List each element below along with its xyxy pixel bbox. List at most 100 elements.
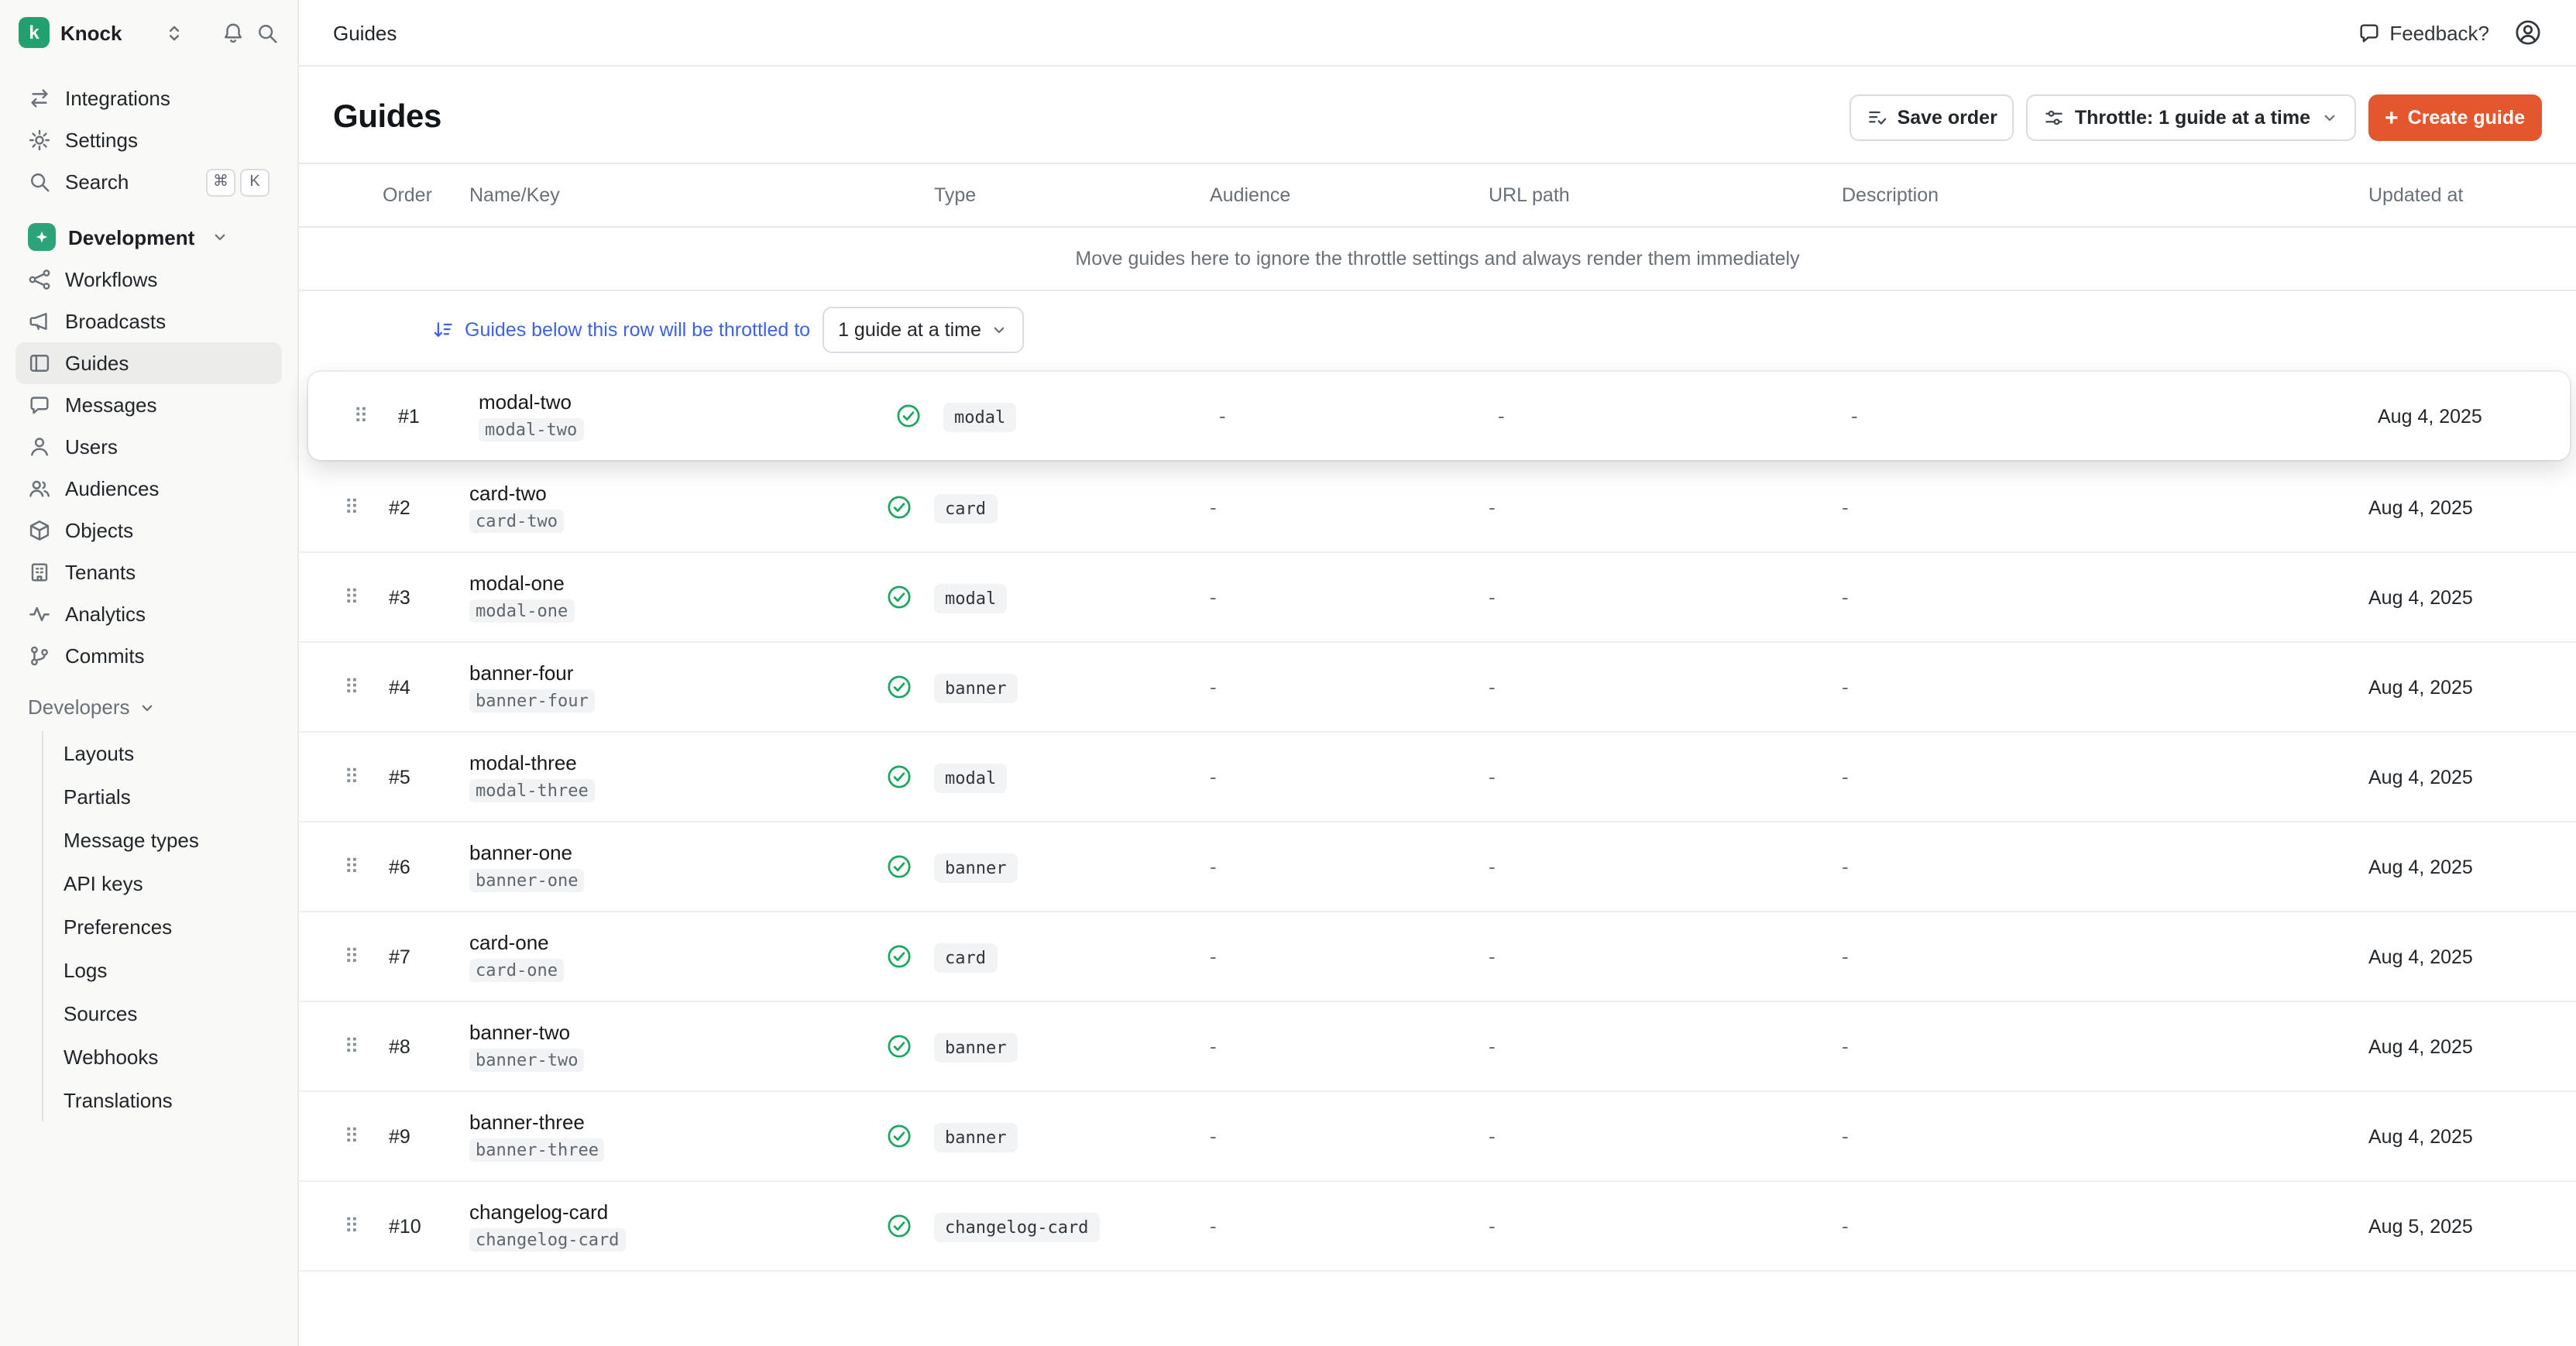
sidebar-sub-item-label: Message types (64, 828, 199, 851)
description-cell: - (1851, 404, 2378, 427)
sidebar-item-workflows[interactable]: Workflows (15, 259, 282, 300)
type-badge: banner (934, 1032, 1018, 1062)
row-order: #1 (392, 405, 479, 427)
status-check-icon (863, 1213, 934, 1239)
sidebar-sub-item[interactable]: Sources (43, 991, 282, 1035)
sidebar-sub-item[interactable]: Translations (43, 1078, 282, 1121)
column-header-order: Order (383, 184, 469, 206)
row-order: #4 (383, 676, 469, 698)
type-badge: banner (934, 673, 1018, 702)
updated-at-cell: Aug 4, 2025 (2378, 405, 2536, 427)
sidebar-item-search[interactable]: Search ⌘ K (15, 161, 282, 203)
developers-section-toggle[interactable]: Developers (15, 686, 282, 728)
status-check-icon (863, 943, 934, 970)
sidebar-item-broadcasts[interactable]: Broadcasts (15, 300, 282, 342)
sidebar-item-messages[interactable]: Messages (15, 384, 282, 426)
throttle-divider-link[interactable]: Guides below this row will be throttled … (432, 319, 810, 341)
sidebar-item-label: Tenants (65, 561, 136, 584)
audience-cell: - (1219, 404, 1498, 427)
list-check-icon (1867, 107, 1888, 129)
search-icon[interactable] (256, 21, 279, 44)
updated-at-cell: Aug 4, 2025 (2368, 1125, 2542, 1147)
updated-at-cell: Aug 4, 2025 (2368, 856, 2542, 877)
drag-handle[interactable]: ⠿ (330, 403, 392, 428)
developers-label: Developers (28, 695, 130, 719)
sidebar-item-commits[interactable]: Commits (15, 635, 282, 677)
drag-handle[interactable]: ⠿ (321, 495, 383, 520)
table-row[interactable]: ⠿ #4 banner-four banner-four banner - - … (299, 643, 2576, 733)
integrations-icon (28, 87, 51, 110)
drag-handle[interactable]: ⠿ (321, 854, 383, 879)
throttle-dropdown-button[interactable]: Throttle: 1 guide at a time (2027, 94, 2355, 141)
sidebar-item-guides[interactable]: Guides (15, 342, 282, 384)
sidebar-sub-item[interactable]: Preferences (43, 905, 282, 948)
url-path-cell: - (1489, 1214, 1842, 1238)
sidebar-item-label: Workflows (65, 268, 157, 291)
workspace-expand-icon[interactable] (163, 22, 184, 43)
table-row[interactable]: ⠿ #9 banner-three banner-three banner - … (299, 1092, 2576, 1182)
audience-cell: - (1210, 1214, 1489, 1238)
drag-handle-icon: ⠿ (344, 585, 359, 609)
drag-handle[interactable]: ⠿ (321, 1214, 383, 1238)
guide-key: card-two (469, 510, 564, 533)
throttle-ignore-dropzone[interactable]: Move guides here to ignore the throttle … (299, 228, 2576, 291)
table-row[interactable]: ⠿ #8 banner-two banner-two banner - - - … (299, 1002, 2576, 1092)
drag-handle[interactable]: ⠿ (321, 764, 383, 789)
notifications-bell-icon[interactable] (222, 21, 245, 44)
column-header-url-path: URL path (1489, 184, 1842, 206)
sidebar-sub-item[interactable]: Layouts (43, 731, 282, 774)
table-row[interactable]: ⠿ #1 modal-two modal-two modal - - - Aug… (308, 372, 2570, 460)
guide-key: banner-four (469, 689, 595, 712)
table-row[interactable]: ⠿ #5 modal-three modal-three modal - - -… (299, 733, 2576, 822)
save-order-button[interactable]: Save order (1850, 94, 2014, 141)
sidebar-item-label: Broadcasts (65, 310, 166, 333)
row-order: #9 (383, 1125, 469, 1147)
drag-handle[interactable]: ⠿ (321, 675, 383, 699)
updated-at-cell: Aug 4, 2025 (2368, 766, 2542, 788)
sort-descending-icon (432, 319, 454, 341)
sidebar-item-audiences[interactable]: Audiences (15, 468, 282, 510)
column-header-audience: Audience (1210, 184, 1489, 206)
guide-name: modal-three (469, 751, 863, 774)
sidebar-item-tenants[interactable]: Tenants (15, 551, 282, 593)
table-row[interactable]: ⠿ #7 card-one card-one card - - - Aug 4,… (299, 912, 2576, 1002)
sidebar-sub-item[interactable]: Message types (43, 818, 282, 861)
table-row[interactable]: ⠿ #3 modal-one modal-one modal - - - Aug… (299, 553, 2576, 643)
drag-handle[interactable]: ⠿ (321, 944, 383, 969)
workspace-switcher[interactable]: k Knock (0, 0, 297, 65)
table-row[interactable]: ⠿ #10 changelog-card changelog-card chan… (299, 1182, 2576, 1272)
create-guide-button[interactable]: + Create guide (2368, 94, 2542, 141)
sidebar-item-integrations[interactable]: Integrations (15, 77, 282, 119)
status-check-icon (863, 853, 934, 880)
environment-switcher[interactable]: Development (15, 215, 282, 259)
sidebar-item-settings[interactable]: Settings (15, 119, 282, 161)
sidebar-sub-item[interactable]: Webhooks (43, 1035, 282, 1078)
sidebar-item-label: Commits (65, 644, 145, 668)
drag-handle[interactable]: ⠿ (321, 1034, 383, 1059)
url-path-cell: - (1489, 855, 1842, 878)
user-avatar[interactable] (2514, 19, 2542, 46)
table-header: Order Name/Key Type Audience URL path De… (299, 163, 2576, 228)
sidebar-sub-item[interactable]: API keys (43, 861, 282, 905)
drag-handle[interactable]: ⠿ (321, 1124, 383, 1149)
sidebar-sub-item[interactable]: Logs (43, 948, 282, 991)
audience-cell: - (1210, 1125, 1489, 1148)
feedback-icon (2357, 21, 2380, 44)
throttle-value-select[interactable]: 1 guide at a time (823, 307, 1025, 353)
sidebar-item-label: Guides (65, 352, 129, 375)
search-icon (28, 170, 51, 194)
feedback-button[interactable]: Feedback? (2357, 21, 2489, 44)
table-row[interactable]: ⠿ #2 card-two card-two card - - - Aug 4,… (299, 463, 2576, 553)
sidebar-item-label: Search (65, 170, 129, 194)
updated-at-cell: Aug 4, 2025 (2368, 496, 2542, 518)
url-path-cell: - (1489, 496, 1842, 519)
sidebar-sub-item[interactable]: Partials (43, 774, 282, 818)
status-check-icon (863, 494, 934, 520)
drag-handle-icon: ⠿ (344, 764, 359, 789)
sidebar-item-objects[interactable]: Objects (15, 510, 282, 551)
drag-handle[interactable]: ⠿ (321, 585, 383, 609)
sidebar-item-users[interactable]: Users (15, 426, 282, 468)
sidebar-item-analytics[interactable]: Analytics (15, 593, 282, 635)
table-row[interactable]: ⠿ #6 banner-one banner-one banner - - - … (299, 822, 2576, 912)
url-path-cell: - (1489, 765, 1842, 788)
